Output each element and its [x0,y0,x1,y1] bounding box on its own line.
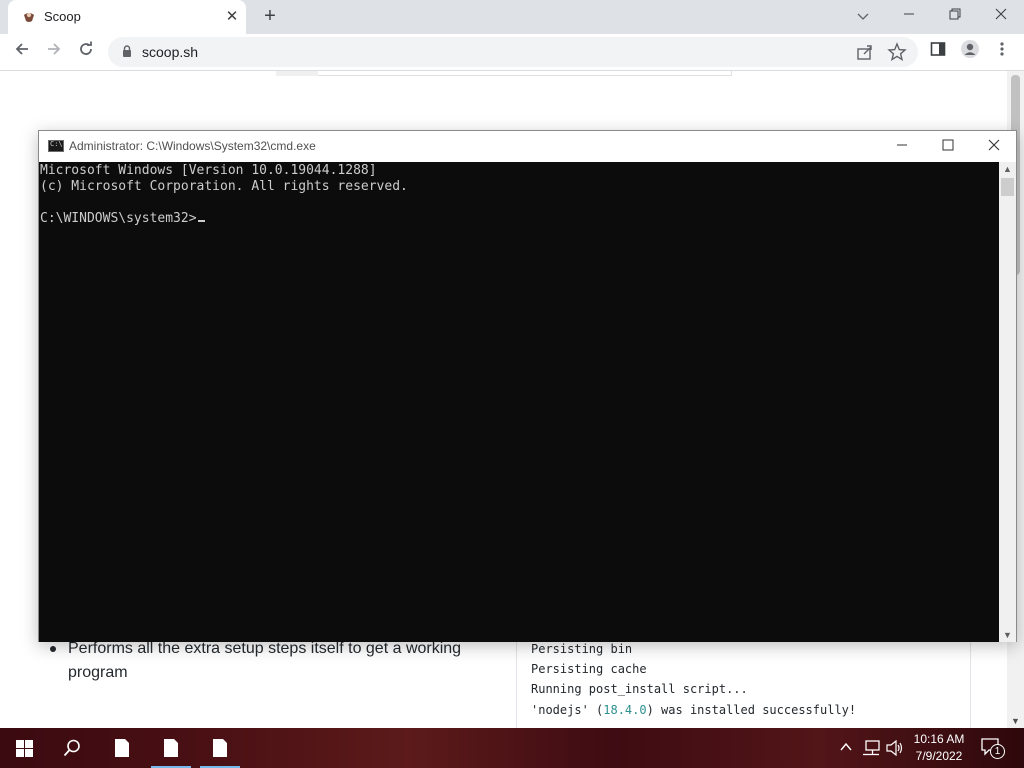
console-output[interactable]: Microsoft Windows [Version 10.0.19044.12… [39,162,999,642]
code-prefix: 'nodejs' ( [531,703,604,717]
code-line: Running post_install script... [531,682,748,696]
cmd-title-bar[interactable]: C:\ Administrator: C:\Windows\System32\c… [39,131,1016,162]
network-icon[interactable] [862,740,880,756]
browser-menu-icon[interactable] [988,39,1016,67]
code-line: Persisting bin [531,642,633,656]
share-icon[interactable] [854,41,876,63]
show-hidden-icons-chevron-icon[interactable] [840,742,852,752]
cmd-title-text: Administrator: C:\Windows\System32\cmd.e… [69,139,316,153]
code-version: 18.4.0 [603,703,647,717]
file-icon [164,739,178,757]
code-line: Persisting cache [531,662,647,676]
tab-scoop[interactable]: Scoop ✕ [8,0,246,34]
new-tab-button[interactable]: + [258,5,282,29]
profile-avatar-icon[interactable] [956,39,984,67]
taskbar-app-file-3[interactable] [196,728,244,768]
notification-count-badge: 1 [990,744,1005,759]
feature-text: Performs all the extra setup steps itsel… [68,640,462,681]
scroll-down-arrow-icon[interactable]: ▼ [1011,716,1020,726]
cmd-app-icon: C:\ [48,140,64,152]
browser-minimize-button[interactable] [886,0,932,30]
clock-time[interactable]: 10:16 AM [908,732,970,746]
console-line: (c) Microsoft Corporation. All rights re… [40,179,408,194]
url-text: scoop.sh [142,44,199,60]
text-cursor [197,220,205,222]
back-arrow-icon[interactable] [8,39,36,67]
forward-arrow-icon[interactable] [40,39,68,67]
tab-strip: Scoop ✕ + [0,0,1024,34]
taskbar-app-file-1[interactable] [98,728,146,768]
scroll-up-arrow-icon[interactable]: ▲ [1003,164,1012,174]
file-icon [213,739,227,757]
cmd-scrollbar-thumb[interactable] [1001,178,1014,196]
clock-date[interactable]: 7/9/2022 [908,749,970,763]
browser-close-button[interactable] [978,0,1024,30]
console-prompt: C:\WINDOWS\system32> [40,211,197,226]
tab-close-icon[interactable]: ✕ [222,7,242,27]
taskbar: 10:16 AM 7/9/2022 1 [0,728,1024,768]
scoop-favicon-icon [24,12,34,22]
browser-restore-button[interactable] [932,0,978,30]
cmd-scrollbar[interactable]: ▲ ▼ [999,162,1016,642]
page-search-box-edge [276,71,732,76]
console-line: Microsoft Windows [Version 10.0.19044.12… [40,163,377,178]
address-bar[interactable]: scoop.sh [108,37,918,67]
cmd-minimize-button[interactable] [879,131,925,161]
bullet [50,646,56,652]
volume-icon[interactable] [886,740,904,756]
side-panel-icon[interactable] [924,39,952,67]
start-button[interactable] [0,728,48,768]
code-suffix: ) was installed successfully! [646,703,857,717]
search-icon [63,739,80,757]
browser-toolbar: scoop.sh [0,34,1024,71]
action-center-button[interactable]: 1 [980,738,1006,760]
windows-logo-icon [16,740,33,757]
cmd-close-button[interactable] [971,131,1017,161]
bookmark-star-icon[interactable] [886,41,908,63]
reload-icon[interactable] [72,39,100,67]
page-search-button-edge [276,71,318,76]
install-code-block: Persisting bin Persisting cache Running … [516,628,971,728]
tab-title: Scoop [44,9,81,24]
cmd-window[interactable]: C:\ Administrator: C:\Windows\System32\c… [38,130,1017,642]
taskbar-app-file-2[interactable] [147,728,195,768]
cmd-maximize-button[interactable] [925,131,971,161]
lock-icon[interactable] [122,45,132,57]
search-button[interactable] [48,728,96,768]
tab-search-chevron-icon[interactable] [852,6,874,28]
console-prompt-line[interactable]: C:\WINDOWS\system32> [40,211,205,226]
file-icon [115,739,129,757]
scroll-down-arrow-icon[interactable]: ▼ [1003,630,1012,640]
code-line-installed: 'nodejs' (18.4.0) was installed successf… [531,703,856,717]
